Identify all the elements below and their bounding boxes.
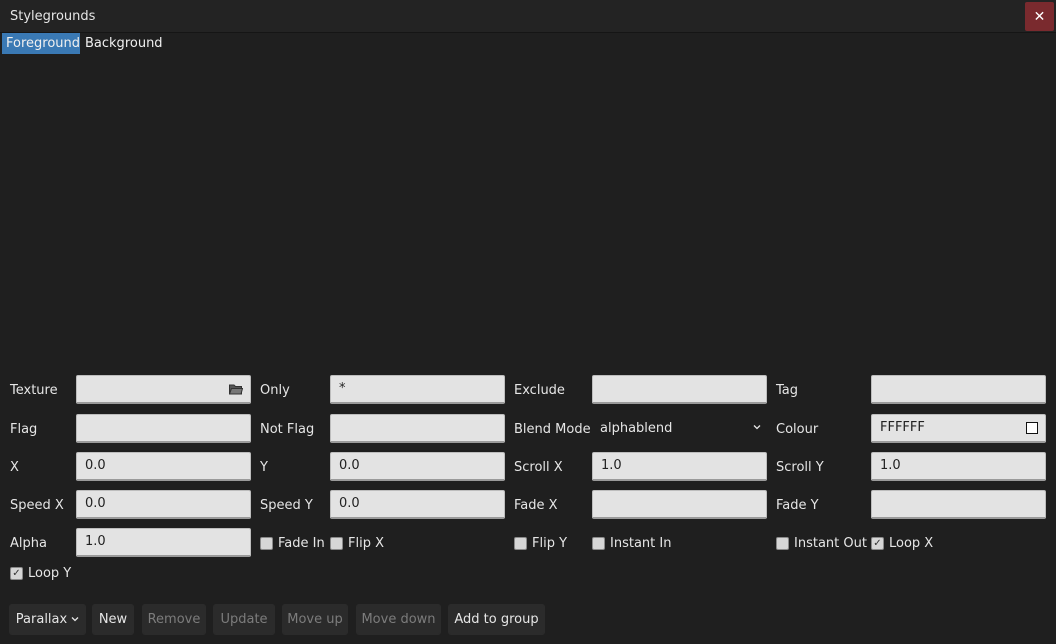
window-title: Stylegrounds bbox=[10, 9, 96, 24]
flip-y-box[interactable] bbox=[514, 537, 527, 550]
colour-swatch[interactable] bbox=[1026, 422, 1038, 434]
instant-out-box[interactable] bbox=[776, 537, 789, 550]
flag-label: Flag bbox=[10, 422, 38, 437]
only-value: * bbox=[339, 381, 346, 396]
instant-in-box[interactable] bbox=[592, 537, 605, 550]
loop-x-box[interactable]: ✓ bbox=[871, 537, 884, 550]
move-down-button[interactable]: Move down bbox=[356, 604, 441, 635]
tab-background[interactable]: Background bbox=[81, 33, 167, 54]
loop-y-checkbox[interactable]: ✓ Loop Y bbox=[10, 566, 71, 581]
instant-in-checkbox[interactable]: Instant In bbox=[592, 536, 671, 551]
x-field[interactable]: 0.0 bbox=[76, 452, 251, 481]
speed-y-label: Speed Y bbox=[260, 498, 313, 513]
flip-x-checkbox[interactable]: Flip X bbox=[330, 536, 384, 551]
speed-x-value: 0.0 bbox=[85, 496, 106, 511]
loop-y-box[interactable]: ✓ bbox=[10, 567, 23, 580]
y-value: 0.0 bbox=[339, 458, 360, 473]
flag-field[interactable] bbox=[76, 414, 251, 443]
fade-in-label: Fade In bbox=[278, 536, 325, 551]
parallax-dropdown[interactable]: Parallax bbox=[9, 604, 86, 635]
new-button[interactable]: New bbox=[92, 604, 134, 635]
y-label: Y bbox=[260, 460, 268, 475]
scroll-y-field[interactable]: 1.0 bbox=[871, 452, 1046, 481]
tab-foreground[interactable]: Foreground bbox=[2, 33, 80, 54]
loop-y-label: Loop Y bbox=[28, 566, 72, 581]
not-flag-field[interactable] bbox=[330, 414, 505, 443]
blend-mode-value: alphablend bbox=[600, 421, 673, 436]
texture-field[interactable] bbox=[76, 375, 251, 404]
speed-y-value: 0.0 bbox=[339, 496, 360, 511]
tag-field[interactable] bbox=[871, 375, 1046, 404]
y-field[interactable]: 0.0 bbox=[330, 452, 505, 481]
alpha-field[interactable]: 1.0 bbox=[76, 528, 251, 557]
loop-x-label: Loop X bbox=[889, 536, 934, 551]
chevron-down-icon bbox=[753, 425, 761, 430]
not-flag-label: Not Flag bbox=[260, 422, 315, 437]
tag-label: Tag bbox=[776, 383, 799, 398]
fade-in-checkbox[interactable]: Fade In bbox=[260, 536, 325, 551]
instant-out-label: Instant Out bbox=[794, 536, 867, 551]
speed-y-field[interactable]: 0.0 bbox=[330, 490, 505, 519]
instant-out-checkbox[interactable]: Instant Out bbox=[776, 536, 867, 551]
folder-open-icon[interactable] bbox=[229, 384, 243, 395]
scroll-x-value: 1.0 bbox=[601, 458, 622, 473]
fade-in-box[interactable] bbox=[260, 537, 273, 550]
flip-y-label: Flip Y bbox=[532, 536, 568, 551]
only-field[interactable]: * bbox=[330, 375, 505, 404]
parallax-label: Parallax bbox=[15, 612, 68, 627]
title-bar: Stylegrounds ✕ bbox=[0, 0, 1056, 33]
close-icon: ✕ bbox=[1033, 8, 1046, 25]
blend-mode-label: Blend Mode bbox=[514, 422, 591, 437]
exclude-field[interactable] bbox=[592, 375, 767, 404]
scroll-y-label: Scroll Y bbox=[776, 460, 824, 475]
add-to-group-button[interactable]: Add to group bbox=[448, 604, 545, 635]
speed-x-field[interactable]: 0.0 bbox=[76, 490, 251, 519]
exclude-label: Exclude bbox=[514, 383, 565, 398]
colour-label: Colour bbox=[776, 422, 819, 437]
alpha-label: Alpha bbox=[10, 536, 47, 551]
update-button[interactable]: Update bbox=[213, 604, 275, 635]
instant-in-label: Instant In bbox=[610, 536, 672, 551]
fade-x-label: Fade X bbox=[514, 498, 558, 513]
speed-x-label: Speed X bbox=[10, 498, 64, 513]
flip-y-checkbox[interactable]: Flip Y bbox=[514, 536, 567, 551]
alpha-value: 1.0 bbox=[85, 534, 106, 549]
move-up-button[interactable]: Move up bbox=[282, 604, 348, 635]
loop-x-checkbox[interactable]: ✓ Loop X bbox=[871, 536, 933, 551]
close-button[interactable]: ✕ bbox=[1025, 2, 1054, 31]
scroll-x-label: Scroll X bbox=[514, 460, 563, 475]
texture-label: Texture bbox=[10, 383, 58, 398]
blend-mode-select[interactable]: alphablend bbox=[592, 414, 767, 443]
fade-y-label: Fade Y bbox=[776, 498, 819, 513]
chevron-down-icon bbox=[71, 617, 79, 622]
colour-field[interactable]: FFFFFF bbox=[871, 414, 1046, 443]
scroll-x-field[interactable]: 1.0 bbox=[592, 452, 767, 481]
scroll-y-value: 1.0 bbox=[880, 458, 901, 473]
fade-y-field[interactable] bbox=[871, 490, 1046, 519]
x-value: 0.0 bbox=[85, 458, 106, 473]
fade-x-field[interactable] bbox=[592, 490, 767, 519]
only-label: Only bbox=[260, 383, 290, 398]
flip-x-box[interactable] bbox=[330, 537, 343, 550]
flip-x-label: Flip X bbox=[348, 536, 384, 551]
styleground-list[interactable] bbox=[0, 55, 1056, 365]
x-label: X bbox=[10, 460, 19, 475]
colour-value: FFFFFF bbox=[880, 420, 925, 435]
remove-button[interactable]: Remove bbox=[142, 604, 206, 635]
